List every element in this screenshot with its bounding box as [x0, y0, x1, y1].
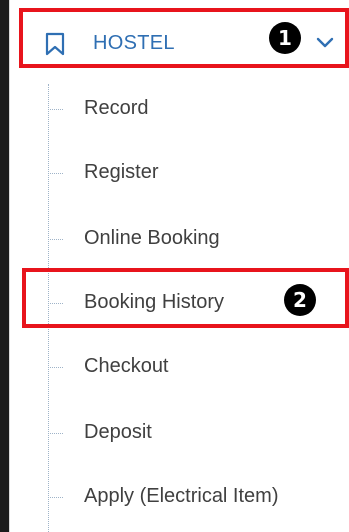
submenu-item-label: Record — [84, 97, 149, 119]
menu-group-label: HOSTEL — [93, 32, 175, 54]
submenu-item-checkout[interactable]: Checkout — [10, 336, 349, 398]
tree-connector — [50, 173, 63, 174]
submenu-item-deposit[interactable]: Deposit — [10, 402, 349, 464]
submenu-item-label: Online Booking — [84, 227, 220, 249]
submenu-item-label: Apply (Electrical Item) — [84, 485, 279, 507]
chevron-down-icon[interactable] — [316, 36, 334, 48]
tree-connector — [50, 367, 63, 368]
tree-connector — [50, 497, 63, 498]
submenu-item-record[interactable]: Record — [10, 78, 349, 140]
bookmark-icon — [44, 32, 66, 56]
window-edge — [0, 0, 9, 532]
submenu-item-label: Booking History — [84, 291, 225, 313]
submenu-item-apply-electrical-item[interactable]: Apply (Electrical Item) — [10, 466, 349, 528]
tree-connector — [50, 239, 63, 240]
tree-connector — [50, 303, 63, 304]
submenu-item-label: Deposit — [84, 421, 152, 443]
submenu-item-register[interactable]: Register — [10, 142, 349, 204]
submenu-item-label: Checkout — [84, 355, 169, 377]
submenu-item-label: Register — [84, 161, 159, 183]
callout-badge-1: 1 — [269, 22, 301, 54]
callout-badge-2: 2 — [284, 284, 316, 316]
submenu-item-online-booking[interactable]: Online Booking — [10, 208, 349, 270]
tree-connector — [50, 433, 63, 434]
tree-connector — [50, 109, 63, 110]
